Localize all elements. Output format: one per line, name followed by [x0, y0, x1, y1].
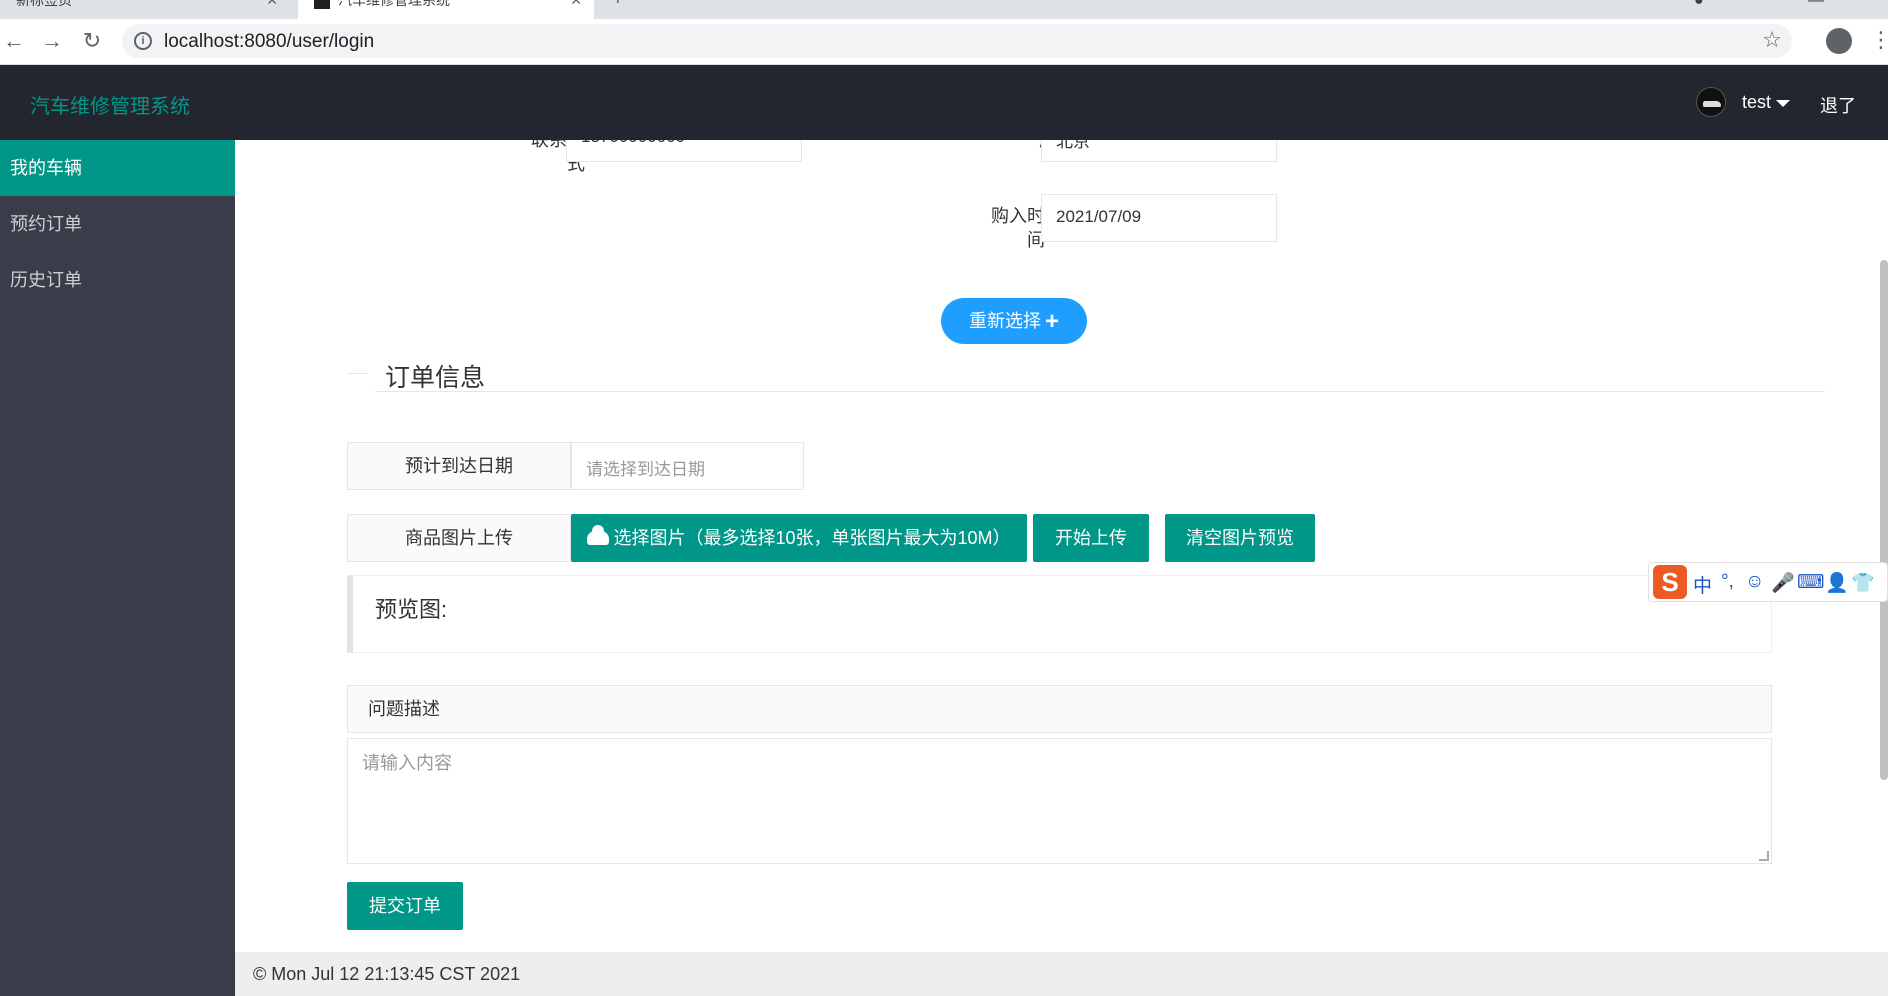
sidebar-item-appointments[interactable]: 预约订单 — [0, 196, 235, 252]
browser-toolbar: ← → ↻ i localhost:8080/user/login ☆ ⋮ — [0, 19, 1888, 65]
forward-icon[interactable]: → — [38, 27, 66, 55]
browser-tab-active[interactable]: 汽车维修管理系统 ✕ — [298, 0, 594, 19]
choose-image-label: 选择图片（最多选择10张，单张图片最大为10M） — [613, 528, 1011, 548]
browser-menu-icon[interactable]: ⋮ — [1870, 27, 1888, 53]
start-upload-button[interactable]: 开始上传 — [1033, 514, 1149, 562]
order-section-title: 订单信息 — [385, 364, 486, 392]
tab-title: 汽车维修管理系统 — [338, 0, 450, 8]
user-menu-name[interactable]: test — [1742, 92, 1771, 113]
tab-search-icon[interactable]: ● — [1694, 0, 1704, 10]
main-content: 联系方 式 13700000000 产地 北京 购入时 间 2021/07/09… — [235, 140, 1888, 952]
fieldset-line-left — [347, 373, 367, 374]
sidebar: 我的车辆 预约订单 历史订单 — [0, 140, 235, 996]
origin-field[interactable]: 北京 — [1041, 140, 1277, 162]
ime-keyboard-icon[interactable]: ⌨ — [1797, 571, 1824, 594]
browser-tab-new[interactable]: 新标签页 ✕ — [0, 0, 290, 19]
page-scrollbar[interactable] — [1880, 260, 1888, 780]
purchase-time-field[interactable]: 2021/07/09 — [1041, 194, 1277, 242]
url-text[interactable]: localhost:8080/user/login — [164, 31, 374, 53]
back-icon[interactable]: ← — [0, 27, 28, 55]
logout-link[interactable]: 退了 — [1820, 92, 1856, 118]
new-tab-icon[interactable]: + — [612, 0, 624, 11]
ime-user-icon[interactable]: 👤 — [1825, 571, 1849, 595]
purchase-label-line1: 购入时 — [991, 206, 1045, 226]
site-info-icon[interactable]: i — [134, 32, 152, 50]
reselect-label: 重新选择 — [968, 311, 1041, 331]
footer: © Mon Jul 12 21:13:45 CST 2021 — [235, 952, 1888, 996]
profile-avatar-icon[interactable] — [1826, 28, 1852, 54]
fieldset-divider — [375, 391, 1825, 392]
sogou-logo-icon[interactable]: S — [1653, 565, 1687, 599]
choose-image-button[interactable]: 选择图片（最多选择10张，单张图片最大为10M） — [571, 514, 1027, 562]
tab-close-icon[interactable]: ✕ — [570, 0, 582, 12]
tab-close-icon[interactable]: ✕ — [266, 0, 278, 12]
app-brand[interactable]: 汽车维修管理系统 — [30, 90, 190, 119]
ime-emoji-icon[interactable]: ☺ — [1745, 571, 1764, 593]
ime-skin-icon[interactable]: 👕 — [1851, 571, 1875, 595]
browser-tab-strip: 新标签页 ✕ 汽车维修管理系统 ✕ + ● — — [0, 0, 1888, 19]
ime-chinese-mode[interactable]: 中 — [1693, 571, 1712, 598]
purchase-label-line2: 间 — [1027, 230, 1045, 250]
purchase-time-label: 购入时 间 — [955, 204, 1045, 252]
contact-field[interactable]: 13700000000 — [566, 140, 802, 162]
app-header: 汽车维修管理系统 test 退了 — [0, 65, 1888, 140]
image-preview-block: 预览图: — [347, 575, 1772, 653]
arrival-date-placeholder: 请选择到达日期 — [586, 460, 705, 479]
ime-microphone-icon[interactable]: 🎤 — [1771, 571, 1795, 595]
tab-favicon-icon — [314, 0, 330, 10]
submit-order-button[interactable]: 提交订单 — [347, 882, 463, 930]
plus-icon: + — [1044, 308, 1059, 335]
arrival-date-input[interactable]: 请选择到达日期 — [571, 442, 804, 490]
sidebar-item-my-vehicles[interactable]: 我的车辆 — [0, 140, 235, 196]
tab-title: 新标签页 — [16, 0, 72, 8]
chevron-down-icon[interactable] — [1776, 100, 1790, 107]
ime-punctuation-icon[interactable]: °, — [1721, 571, 1734, 593]
minimize-icon[interactable]: — — [1808, 0, 1824, 10]
resize-handle-icon[interactable] — [1759, 851, 1769, 861]
upload-label: 商品图片上传 — [347, 514, 571, 562]
reselect-vehicle-button[interactable]: 重新选择 + — [941, 298, 1087, 344]
upload-cloud-icon — [587, 525, 610, 545]
description-placeholder: 请输入内容 — [362, 753, 452, 773]
bookmark-star-icon[interactable]: ☆ — [1762, 27, 1782, 53]
user-avatar[interactable] — [1696, 87, 1726, 117]
description-textarea[interactable]: 请输入内容 — [347, 738, 1772, 864]
ime-toolbar: S 中 °, ☺ 🎤 ⌨ 👤 👕 — [1648, 562, 1888, 602]
sidebar-item-history[interactable]: 历史订单 — [0, 252, 235, 308]
clear-preview-button[interactable]: 清空图片预览 — [1165, 514, 1315, 562]
preview-title: 预览图: — [375, 597, 448, 622]
description-label: 问题描述 — [347, 685, 1772, 733]
arrival-date-label: 预计到达日期 — [347, 442, 571, 490]
address-bar[interactable]: i localhost:8080/user/login ☆ — [122, 24, 1792, 58]
reload-icon[interactable]: ↻ — [78, 27, 106, 55]
